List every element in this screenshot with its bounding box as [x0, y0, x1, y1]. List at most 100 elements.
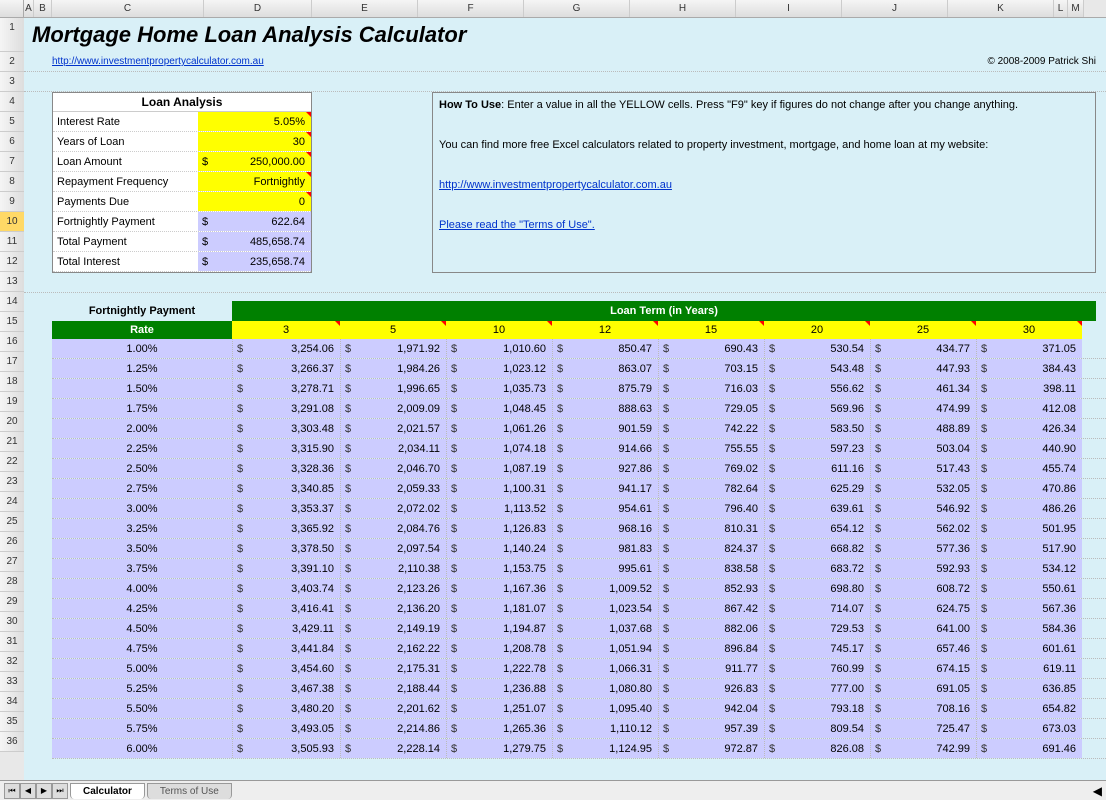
row-header[interactable]: 10: [0, 212, 24, 232]
frequency-input[interactable]: Fortnightly: [198, 172, 311, 191]
select-all-corner[interactable]: [0, 0, 24, 17]
row-header[interactable]: 17: [0, 352, 24, 372]
row-header[interactable]: 34: [0, 692, 24, 712]
amount-input[interactable]: $250,000.00: [198, 152, 311, 171]
payment-cell: $470.86: [976, 479, 1082, 498]
col-header[interactable]: A: [24, 0, 34, 17]
payment-cell: $716.03: [658, 379, 764, 398]
col-header[interactable]: L: [1054, 0, 1068, 17]
row-header[interactable]: 18: [0, 372, 24, 392]
first-sheet-button[interactable]: ⏮: [4, 783, 20, 799]
rate-cell: 2.50%: [52, 459, 232, 478]
payment-cell: $777.00: [764, 679, 870, 698]
row-header[interactable]: 15: [0, 312, 24, 332]
row-header[interactable]: 14: [0, 292, 24, 312]
row-header[interactable]: 11: [0, 232, 24, 252]
row-header[interactable]: 30: [0, 612, 24, 632]
row-header[interactable]: 4: [0, 92, 24, 112]
last-sheet-button[interactable]: ⏭: [52, 783, 68, 799]
col-header[interactable]: F: [418, 0, 524, 17]
row-header[interactable]: 3: [0, 72, 24, 92]
row-header[interactable]: 21: [0, 432, 24, 452]
row-header[interactable]: 20: [0, 412, 24, 432]
payment-cell: $1,074.18: [446, 439, 552, 458]
payment-cell: $636.85: [976, 679, 1082, 698]
comment-indicator-icon[interactable]: [1077, 321, 1082, 326]
col-header[interactable]: J: [842, 0, 948, 17]
payment-cell: $882.06: [658, 619, 764, 638]
row-header[interactable]: 22: [0, 452, 24, 472]
table-row: 5.75%$3,493.05$2,214.86$1,265.36$1,110.1…: [52, 719, 1106, 739]
payment-cell: $2,214.86: [340, 719, 446, 738]
col-header[interactable]: H: [630, 0, 736, 17]
row-header[interactable]: 28: [0, 572, 24, 592]
worksheet[interactable]: Mortgage Home Loan Analysis Calculator h…: [24, 18, 1106, 800]
row-header[interactable]: 23: [0, 472, 24, 492]
payment-cell: $3,266.37: [232, 359, 340, 378]
payment-cell: $926.83: [658, 679, 764, 698]
payment-cell: $1,095.40: [552, 699, 658, 718]
horizontal-scroll-left-icon[interactable]: ◀: [1093, 784, 1102, 798]
comment-indicator-icon[interactable]: [306, 152, 311, 157]
payment-cell: $1,023.12: [446, 359, 552, 378]
row-header[interactable]: 8: [0, 172, 24, 192]
row-header[interactable]: 19: [0, 392, 24, 412]
comment-indicator-icon[interactable]: [306, 112, 311, 117]
rate-cell: 4.75%: [52, 639, 232, 658]
payment-cell: $714.07: [764, 599, 870, 618]
row-header[interactable]: 25: [0, 512, 24, 532]
payments-due-input[interactable]: 0: [198, 192, 311, 211]
row-header[interactable]: 24: [0, 492, 24, 512]
row-header[interactable]: 29: [0, 592, 24, 612]
row-header[interactable]: 1: [0, 18, 24, 52]
tab-terms-of-use[interactable]: Terms of Use: [147, 783, 232, 799]
next-sheet-button[interactable]: ▶: [36, 783, 52, 799]
payment-cell: $1,023.54: [552, 599, 658, 618]
row-header[interactable]: 12: [0, 252, 24, 272]
row-header[interactable]: 33: [0, 672, 24, 692]
row-header[interactable]: 9: [0, 192, 24, 212]
comment-indicator-icon[interactable]: [306, 172, 311, 177]
row-header[interactable]: 26: [0, 532, 24, 552]
row-header[interactable]: 6: [0, 132, 24, 152]
tab-calculator[interactable]: Calculator: [70, 783, 145, 799]
payment-cell: $954.61: [552, 499, 658, 518]
payment-cell: $3,467.38: [232, 679, 340, 698]
col-header[interactable]: C: [52, 0, 204, 17]
row-header[interactable]: 16: [0, 332, 24, 352]
col-header[interactable]: I: [736, 0, 842, 17]
row-header[interactable]: 2: [0, 52, 24, 72]
terms-link[interactable]: Please read the "Terms of Use".: [439, 219, 595, 231]
comment-indicator-icon[interactable]: [306, 192, 311, 197]
years-input[interactable]: 30: [198, 132, 311, 151]
rate-cell: 4.00%: [52, 579, 232, 598]
row-header[interactable]: 5: [0, 112, 24, 132]
comment-indicator-icon[interactable]: [306, 132, 311, 137]
payment-cell: $2,084.76: [340, 519, 446, 538]
row-header[interactable]: 27: [0, 552, 24, 572]
col-header[interactable]: D: [204, 0, 312, 17]
rate-cell: 2.00%: [52, 419, 232, 438]
row-header[interactable]: 31: [0, 632, 24, 652]
payment-cell: $850.47: [552, 339, 658, 358]
col-header[interactable]: G: [524, 0, 630, 17]
col-header[interactable]: B: [34, 0, 52, 17]
row-header[interactable]: 7: [0, 152, 24, 172]
payment-cell: $968.16: [552, 519, 658, 538]
row-header[interactable]: 32: [0, 652, 24, 672]
payment-cell: $1,984.26: [340, 359, 446, 378]
payment-cell: $532.05: [870, 479, 976, 498]
col-header[interactable]: E: [312, 0, 418, 17]
website-link-2[interactable]: http://www.investmentpropertycalculator.…: [439, 179, 672, 191]
row-header[interactable]: 13: [0, 272, 24, 292]
interest-rate-input[interactable]: 5.05%: [198, 112, 311, 131]
rate-cell: 2.25%: [52, 439, 232, 458]
prev-sheet-button[interactable]: ◀: [20, 783, 36, 799]
website-link[interactable]: http://www.investmentpropertycalculator.…: [52, 56, 264, 67]
col-header[interactable]: M: [1068, 0, 1084, 17]
payment-cell: $534.12: [976, 559, 1082, 578]
col-header[interactable]: K: [948, 0, 1054, 17]
row-header[interactable]: 36: [0, 732, 24, 752]
row-header[interactable]: 35: [0, 712, 24, 732]
payment-cell: $543.48: [764, 359, 870, 378]
